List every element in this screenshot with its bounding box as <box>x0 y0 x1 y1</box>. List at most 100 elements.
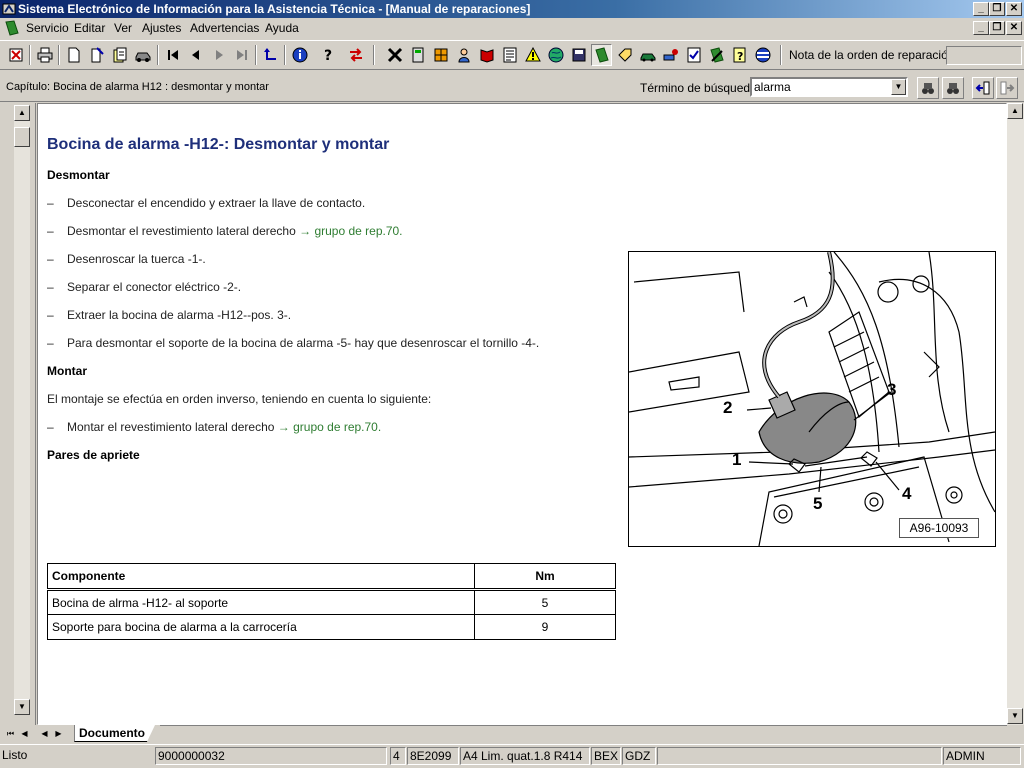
chapter-bar: Capítulo: Bocina de alarma H12 : desmont… <box>0 72 1024 102</box>
close-window-button[interactable]: ✕ <box>1006 2 1022 16</box>
up-level-button[interactable] <box>260 44 281 66</box>
warning-button[interactable] <box>522 44 543 66</box>
callout-3: 3 <box>887 380 897 399</box>
last-tab-icon: ▶ <box>55 729 62 738</box>
binoculars-forward-icon <box>947 83 959 94</box>
last-icon <box>236 50 247 60</box>
save-button[interactable] <box>568 44 589 66</box>
search-next-button[interactable] <box>942 77 964 99</box>
document-scrollbar[interactable]: ▲ ▼ <box>1007 103 1024 725</box>
search-previous-button[interactable] <box>917 77 939 99</box>
list-button[interactable] <box>499 44 520 66</box>
service-button[interactable] <box>706 44 727 66</box>
tab-documento[interactable]: Documento <box>74 725 155 742</box>
car-button[interactable] <box>637 44 658 66</box>
manual-button[interactable] <box>591 44 612 66</box>
search-term-value[interactable]: alarma <box>754 80 791 94</box>
history-back-button[interactable] <box>972 77 994 99</box>
vehicle-button[interactable] <box>132 44 153 66</box>
document-menu-icon[interactable] <box>4 20 20 36</box>
tab-next-button[interactable]: ◀ <box>38 726 51 741</box>
globe-button[interactable] <box>545 44 566 66</box>
scroll-down-button[interactable]: ▼ <box>1007 708 1023 724</box>
search-term-combo[interactable]: alarma ▼ <box>750 77 908 97</box>
repair-order-note-field[interactable] <box>946 46 1022 65</box>
title-bar[interactable]: Sistema Electrónico de Información para … <box>0 0 1024 18</box>
menu-ajustes[interactable]: Ajustes <box>142 21 181 35</box>
cancel-button[interactable] <box>384 44 405 66</box>
left-scroll-up-button[interactable]: ▲ <box>14 105 30 121</box>
tab-last-button[interactable]: ▶ <box>52 726 65 741</box>
menu-editar[interactable]: Editar <box>74 21 105 35</box>
close-icon <box>387 47 402 63</box>
left-pane: ▲ ▼ <box>0 103 36 725</box>
repair-group-70-link[interactable]: → grupo de rep.70. <box>278 420 381 434</box>
documents-button[interactable] <box>109 44 130 66</box>
save-icon <box>572 48 585 62</box>
tab-first-button[interactable]: ⏮ <box>4 726 17 741</box>
switch-icon <box>349 48 362 62</box>
exit-button[interactable] <box>5 44 26 66</box>
checklist-button[interactable] <box>683 44 704 66</box>
arrow-up-icon: ▲ <box>18 108 26 117</box>
book-button[interactable] <box>476 44 497 66</box>
status-engine-code: BEX <box>591 747 621 765</box>
alarm-horn-figure[interactable]: 1 2 3 4 5 A96-10093 <box>628 251 996 547</box>
print-icon <box>37 47 52 63</box>
next-icon <box>215 50 223 60</box>
tag-button[interactable] <box>614 44 635 66</box>
first-tab-icon: ⏮ <box>6 729 15 738</box>
warning-icon <box>524 47 541 62</box>
properties-icon <box>91 47 104 63</box>
install-heading: Montar <box>47 364 87 378</box>
switch-button[interactable] <box>345 44 366 66</box>
torque-table: Componente Nm Bocina de alrma -H12- al s… <box>47 563 616 640</box>
page-title: Bocina de alarma -H12-: Desmontar y mont… <box>47 136 390 153</box>
scroll-up-button[interactable]: ▲ <box>1007 103 1023 119</box>
table-header-row: Componente Nm <box>47 563 616 591</box>
repair-group-70-link[interactable]: → grupo de rep.70. <box>299 224 402 238</box>
status-state: Listo <box>2 748 28 762</box>
properties-button[interactable] <box>86 44 107 66</box>
vehicle-info-button[interactable] <box>660 44 681 66</box>
tab-prev-button[interactable]: ◀ <box>18 726 31 741</box>
question-doc-button[interactable]: ? <box>729 44 750 66</box>
last-page-button[interactable] <box>231 44 252 66</box>
menu-ayuda[interactable]: Ayuda <box>265 21 299 35</box>
flag-button[interactable] <box>752 44 773 66</box>
left-scroll-thumb[interactable] <box>14 127 30 147</box>
first-page-button[interactable] <box>162 44 183 66</box>
doc-minimize-button[interactable]: _ <box>973 21 989 35</box>
person-button[interactable] <box>453 44 474 66</box>
torque-heading: Pares de apriete <box>47 448 140 462</box>
doc-restore-button[interactable]: ❐ <box>989 21 1005 35</box>
left-scrollbar[interactable]: ▲ ▼ <box>14 105 30 715</box>
horizontal-scrollbar[interactable] <box>160 725 1007 742</box>
question-doc-icon: ? <box>733 47 745 63</box>
left-scroll-down-button[interactable]: ▼ <box>14 699 30 715</box>
components-button[interactable] <box>430 44 451 66</box>
help-button[interactable]: ? <box>317 44 338 66</box>
status-bar: Listo 9000000032 4 8E2099 A4 Lim. quat.1… <box>0 744 1024 768</box>
restore-button[interactable]: ❐ <box>989 2 1005 16</box>
minimize-button[interactable]: _ <box>973 2 989 16</box>
help-icon: ? <box>324 48 332 63</box>
history-forward-button[interactable] <box>996 77 1018 99</box>
previous-page-button[interactable] <box>185 44 206 66</box>
next-page-button[interactable] <box>208 44 229 66</box>
svg-text:?: ? <box>737 50 743 63</box>
search-dropdown-button[interactable]: ▼ <box>891 79 906 95</box>
calculator-button[interactable] <box>407 44 428 66</box>
menu-advertencias[interactable]: Advertencias <box>190 21 259 35</box>
status-vehicle-model: A4 Lim. quat.1.8 R414 <box>460 747 590 765</box>
doc-close-button[interactable]: ✕ <box>1006 21 1022 35</box>
window-title: Sistema Electrónico de Información para … <box>18 2 531 16</box>
menu-ver[interactable]: Ver <box>114 21 132 35</box>
service-icon <box>709 47 724 63</box>
new-document-button[interactable] <box>63 44 84 66</box>
checklist-icon <box>687 47 700 63</box>
menu-servicio[interactable]: Servicio <box>26 21 69 35</box>
column-header-component: Componente <box>47 563 475 591</box>
print-button[interactable] <box>34 44 55 66</box>
info-button[interactable] <box>289 44 310 66</box>
